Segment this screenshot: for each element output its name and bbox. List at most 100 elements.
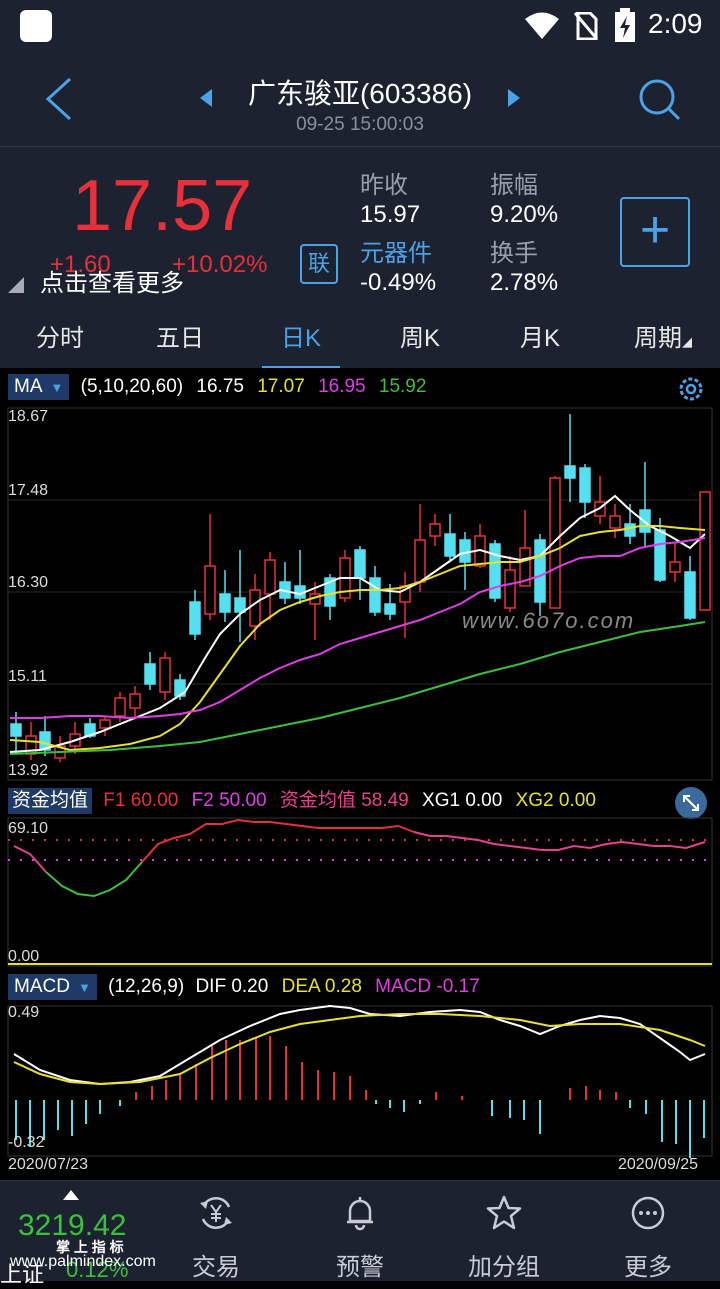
fund-avg-low-line <box>45 861 143 898</box>
settings-gear-icon[interactable] <box>676 374 706 404</box>
candle-body <box>564 465 576 479</box>
status-time: 2:09 <box>648 8 703 39</box>
macd-params: (12,26,9) <box>108 976 185 997</box>
search-icon[interactable] <box>638 78 682 122</box>
end-date-label: 2020/09/25 <box>618 1156 699 1173</box>
nav-alert-label: 预警 <box>336 1254 384 1281</box>
fund-axis-label: 69.10 <box>8 820 49 837</box>
candle-body <box>249 589 261 627</box>
macd-axis-label: 0.49 <box>8 1004 40 1021</box>
candle-body <box>414 539 426 583</box>
price-axis-label: 16.30 <box>8 574 49 591</box>
nav-alert[interactable]: 预警 <box>290 1181 430 1281</box>
expand-up-icon[interactable] <box>62 1189 80 1201</box>
candle-body <box>684 571 696 619</box>
prev-stock-icon[interactable] <box>198 88 214 108</box>
candle-body <box>159 657 171 693</box>
chart-frame <box>7 817 713 967</box>
quote-panel: 17.57 +1.60 +10.02% 点击查看更多 联 昨收 15.97 元器… <box>0 146 720 311</box>
candle-body <box>669 561 681 573</box>
dropdown-caret-icon: ▼ <box>77 980 91 995</box>
tab-monthly-k[interactable]: 月K <box>500 310 580 368</box>
tab-period[interactable]: 周期◢ <box>618 310 708 368</box>
ma60-value: 15.92 <box>378 376 427 397</box>
ma60-line <box>9 621 706 755</box>
wifi-icon <box>525 12 559 39</box>
dea-label: DEA <box>281 976 320 997</box>
macd-selector-label: MACD <box>14 976 70 997</box>
candle-body <box>114 697 126 717</box>
ma10-value: 17.07 <box>257 376 305 397</box>
period-tabs: 分时 五日 日K 周K 月K 周期◢ <box>0 310 720 369</box>
next-stock-icon[interactable] <box>506 88 522 108</box>
bottom-nav: 3219.42 上证 0.12% 掌 上 指 标 www.palmindex.c… <box>0 1180 720 1287</box>
candle-body <box>549 477 561 609</box>
candle-body <box>10 723 22 737</box>
candle-body <box>624 523 636 537</box>
candle-body <box>429 523 441 537</box>
candle-body <box>699 491 711 611</box>
prev-close-value: 15.97 <box>360 201 421 228</box>
fund-avg-label: 资金均值 <box>279 790 356 811</box>
nav-more[interactable]: 更多 <box>578 1181 718 1281</box>
nav-trade[interactable]: 交易 <box>146 1181 286 1281</box>
candle-body <box>204 565 216 615</box>
see-more-link[interactable]: 点击查看更多 <box>40 263 184 298</box>
f1-value: 60.00 <box>130 790 179 811</box>
turnover-label: 换手 <box>490 240 538 267</box>
price-axis-label: 15.11 <box>8 668 47 685</box>
back-icon[interactable] <box>44 76 74 122</box>
dropdown-caret-icon: ▼ <box>50 380 64 395</box>
tab-five-day[interactable]: 五日 <box>140 310 220 368</box>
tab-daily-k[interactable]: 日K <box>262 310 340 368</box>
candle-body <box>579 467 591 503</box>
dif-label: DIF <box>195 976 227 997</box>
amplitude-label: 振幅 <box>490 172 538 199</box>
corner-triangle-icon <box>8 277 24 293</box>
nav-add-group[interactable]: 加分组 <box>434 1181 574 1281</box>
candle-body <box>609 515 621 529</box>
macd-selector[interactable]: MACD ▼ <box>8 974 97 1000</box>
macd-value: -0.17 <box>436 976 480 997</box>
fund-avg-line <box>13 845 47 873</box>
title-bar: 广东骏亚(603386) 09-25 15:00:03 <box>0 52 720 146</box>
macd-chart <box>7 1004 713 1158</box>
macd-label: MACD <box>375 976 432 997</box>
trade-icon <box>200 1197 232 1229</box>
candle-body <box>264 559 276 595</box>
dif-value: 0.20 <box>231 976 269 997</box>
bell-icon <box>347 1197 373 1231</box>
candle-body <box>369 577 381 613</box>
xg2-value: 0.00 <box>558 790 596 811</box>
stock-title: 广东骏亚(603386) <box>247 78 473 109</box>
tab-intraday[interactable]: 分时 <box>20 310 100 368</box>
price-axis-label: 13.92 <box>8 762 49 779</box>
start-date-label: 2020/07/23 <box>8 1156 89 1173</box>
notification-icon <box>20 10 52 42</box>
candle-body <box>144 663 156 685</box>
ma5-value: 16.75 <box>196 376 244 397</box>
expand-icon[interactable] <box>674 786 708 820</box>
watermark: www.6o7o.com <box>462 608 636 633</box>
fund-avg-high-line <box>141 818 415 863</box>
ma-selector[interactable]: MA ▼ <box>8 374 70 400</box>
sector-link[interactable]: 元器件 <box>360 233 432 268</box>
ma-params: (5,10,20,60) <box>80 376 184 397</box>
fund-avg-value: 58.49 <box>361 790 409 811</box>
tab-period-label: 周期 <box>634 325 682 352</box>
fund-selector[interactable]: 资金均值 <box>8 788 93 814</box>
prev-close-label: 昨收 <box>360 172 408 199</box>
ma-header: MA ▼ (5,10,20,60) 16.75 17.07 16.95 15.92 <box>8 374 434 400</box>
dea-value: 0.28 <box>324 976 362 997</box>
star-icon <box>486 1195 522 1230</box>
tab-weekly-k[interactable]: 周K <box>380 310 460 368</box>
lian-button[interactable]: 联 <box>300 244 338 284</box>
candle-body <box>654 529 666 581</box>
f2-label: F2 <box>191 790 214 811</box>
fund-chart <box>7 817 713 967</box>
last-price: 17.57 <box>72 166 253 246</box>
add-watchlist-button[interactable]: + <box>620 197 690 267</box>
price-axis-label: 18.67 <box>8 408 49 425</box>
kline-chart <box>7 407 713 781</box>
dea-line <box>13 1013 706 1086</box>
